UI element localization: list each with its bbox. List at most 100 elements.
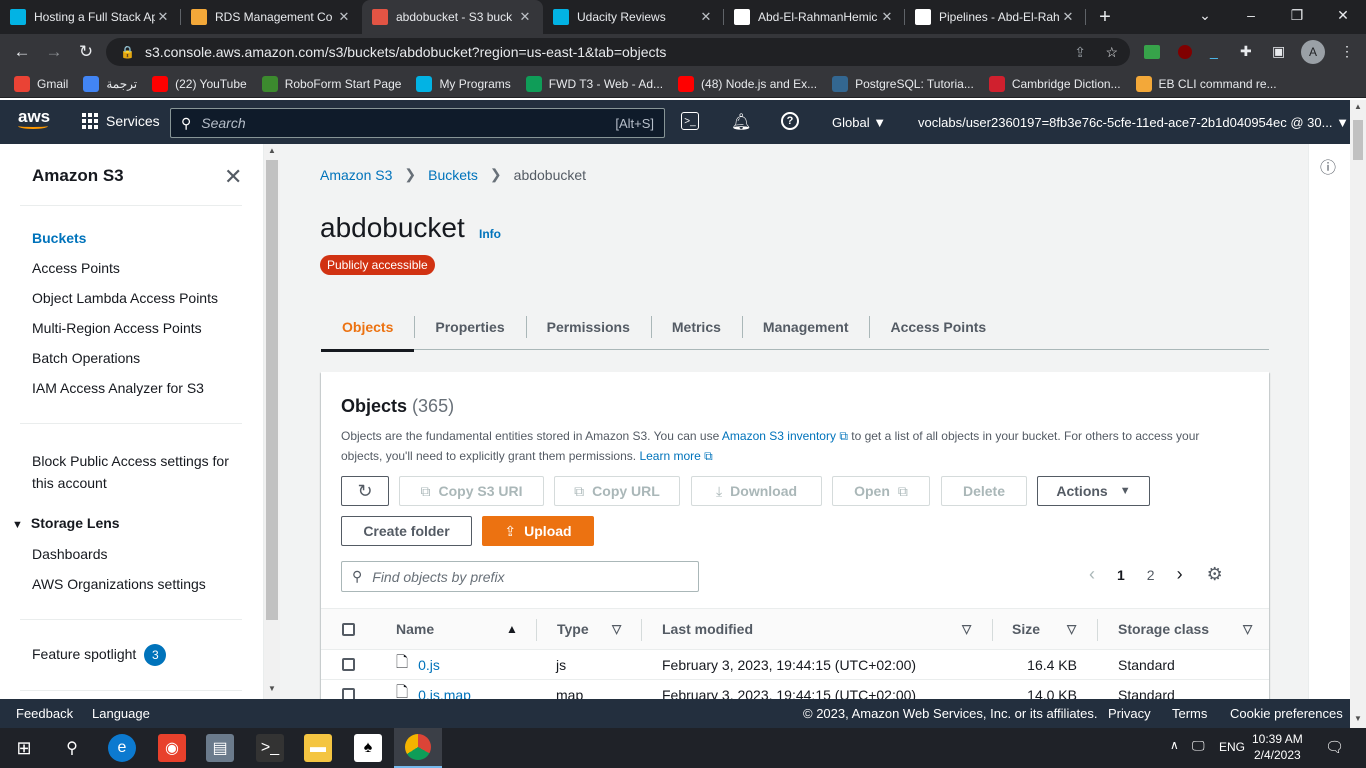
browser-tab[interactable]: Abd-El-RahmanHemic ✕ [724,0,905,34]
page-1[interactable]: 1 [1117,567,1125,583]
network-icon[interactable]: 🖵 [1192,738,1205,754]
privacy-link[interactable]: Privacy [1108,706,1151,721]
browser-tab[interactable]: Hosting a Full Stack Ap ✕ [0,0,181,34]
chevron-left-icon[interactable]: ‹ [1089,564,1095,585]
extension-line-icon[interactable]: _ [1210,43,1218,59]
address-bar[interactable]: 🔒 s3.console.aws.amazon.com/s3/buckets/a… [106,38,1130,66]
sidebar-item-multi-region-access-points[interactable]: Multi-Region Access Points [32,320,202,336]
tab-properties[interactable]: Properties [414,304,525,350]
learn-more-link[interactable]: Learn more [639,449,700,463]
bookmark-item[interactable]: (48) Node.js and Ex... [678,75,817,92]
feedback-link[interactable]: Feedback [16,706,73,721]
close-icon[interactable]: ✕ [336,9,352,25]
roboform-extension-icon[interactable] [1144,45,1160,59]
forward-icon[interactable]: → [38,36,70,68]
browser-tab[interactable]: abdobucket - S3 buck ✕ [362,0,543,34]
edge-icon[interactable]: e [108,734,136,762]
cloudshell-icon[interactable]: >_ [681,112,699,130]
page-scrollbar[interactable]: ▲ ▼ [1350,100,1366,728]
bookmark-item[interactable]: Cambridge Diction... [988,75,1121,92]
download-button[interactable]: ⤓ Download [691,476,822,506]
bookmark-item[interactable]: FWD T3 - Web - Ad... [525,75,663,92]
tab-objects[interactable]: Objects [321,304,415,352]
col-size[interactable]: Size ▽ [1012,609,1076,649]
chevron-right-icon[interactable]: › [1177,564,1183,585]
sidebar-item-buckets[interactable]: Buckets [32,230,86,246]
storage-lens-section[interactable]: ▼ Storage Lens [12,515,120,531]
sidebar-item-batch-operations[interactable]: Batch Operations [32,350,140,366]
chrome-menu-icon[interactable]: ⋮ [1340,43,1354,60]
sidebar-item-block-public-access[interactable]: Block Public Access settings for this ac… [32,450,229,494]
clock[interactable]: 10:39 AM 2/4/2023 [1252,731,1303,763]
back-icon[interactable]: ← [6,36,38,68]
table-row[interactable]: 🗋 0.js js February 3, 2023, 19:44:15 (UTC+0… [321,650,1269,680]
notifications-bell-icon[interactable]: 🔔︎ [731,112,751,132]
minimize-button[interactable]: – [1228,0,1274,30]
terms-link[interactable]: Terms [1172,706,1207,721]
delete-button[interactable]: Delete [941,476,1027,506]
scrollbar-thumb[interactable] [1353,120,1363,160]
upload-button[interactable]: ⇪ Upload [482,516,594,546]
info-link[interactable]: Info [479,227,501,241]
language-link[interactable]: Language [92,706,150,721]
info-circle-icon[interactable]: ⓘ [1320,154,1336,178]
scroll-up-icon[interactable]: ▲ [268,146,276,155]
table-row[interactable]: 🗋 0.js.map map February 3, 2023, 19:44:15 (… [321,680,1269,699]
browser-tab[interactable]: RDS Management Co ✕ [181,0,362,34]
terminal-icon[interactable]: >_ [256,734,284,762]
app-icon[interactable]: ◉ [158,734,186,762]
maximize-button[interactable]: ❐ [1274,0,1320,30]
search-icon[interactable]: ⚲ [58,734,86,762]
settings-gear-icon[interactable]: ⚙ [1207,564,1223,585]
tab-metrics[interactable]: Metrics [650,304,742,350]
browser-tab[interactable]: Pipelines - Abd-El-Rah ✕ [905,0,1086,34]
breadcrumb-buckets[interactable]: Buckets [428,167,478,183]
extensions-puzzle-icon[interactable]: ✚ [1240,43,1252,60]
computer-icon[interactable]: ▤ [206,734,234,762]
close-icon[interactable]: ✕ [698,9,714,25]
sidebar-scrollbar[interactable]: ▲ ▼ [264,144,280,699]
new-tab-button[interactable]: + [1086,0,1124,34]
select-all-checkbox[interactable] [342,623,355,636]
aws-logo[interactable]: aws [18,108,50,129]
s3-inventory-link[interactable]: Amazon S3 inventory [722,429,836,443]
copy-s3-uri-button[interactable]: ⧉ Copy S3 URI [399,476,544,506]
profile-avatar[interactable]: A [1301,40,1325,64]
bookmark-item[interactable]: PostgreSQL: Tutoria... [832,75,974,92]
bookmark-item[interactable]: RoboForm Start Page [261,75,401,92]
sidebar-item-object-lambda-access-points[interactable]: Object Lambda Access Points [32,290,218,306]
aws-search-input[interactable]: ⚲ Search [Alt+S] [170,108,665,138]
services-menu-button[interactable]: Services [82,113,160,129]
sidebar-item-aws-organizations[interactable]: AWS Organizations settings [32,576,206,592]
col-name[interactable]: Name ▲ [396,609,518,649]
bookmark-item[interactable]: (22) YouTube [152,75,247,92]
open-button[interactable]: Open ⧉ [832,476,930,506]
browser-tab[interactable]: Udacity Reviews ✕ [543,0,724,34]
bookmark-item[interactable]: Gmail [14,75,68,92]
col-last-modified[interactable]: Last modified ▽ [662,609,971,649]
scrollbar-thumb[interactable] [266,160,278,620]
account-menu[interactable]: voclabs/user2360197=8fb3e76c-5cfe-11ed-a… [918,115,1349,130]
file-explorer-icon[interactable]: ▬ [304,734,332,762]
sidebar-item-access-points[interactable]: Access Points [32,260,120,276]
scroll-up-icon[interactable]: ▲ [1354,102,1362,111]
create-folder-button[interactable]: Create folder [341,516,472,546]
close-icon[interactable]: ✕ [155,9,171,25]
share-icon[interactable]: ⇪ [1074,44,1086,61]
language-indicator[interactable]: ENG [1219,740,1245,754]
region-selector[interactable]: Global ▼ [832,115,886,130]
tab-search-icon[interactable]: ⌄ [1182,0,1228,30]
bookmark-item[interactable]: My Programs [416,75,511,92]
refresh-button[interactable]: ↻ [341,476,389,506]
help-icon[interactable]: ? [781,112,799,130]
tray-expand-icon[interactable]: ∧ [1170,738,1179,752]
actions-dropdown[interactable]: Actions ▼ [1037,476,1150,506]
chrome-taskbar-icon[interactable] [394,728,442,768]
sidebar-item-feature-spotlight[interactable]: Feature spotlight 3 [32,644,167,666]
col-type[interactable]: Type ▽ [557,609,621,649]
object-name-link[interactable]: 0.js [418,657,440,673]
scroll-down-icon[interactable]: ▼ [268,684,276,693]
copy-url-button[interactable]: ⧉ Copy URL [554,476,680,506]
find-objects-input[interactable]: ⚲ Find objects by prefix [341,561,699,592]
row-checkbox[interactable] [342,658,355,671]
